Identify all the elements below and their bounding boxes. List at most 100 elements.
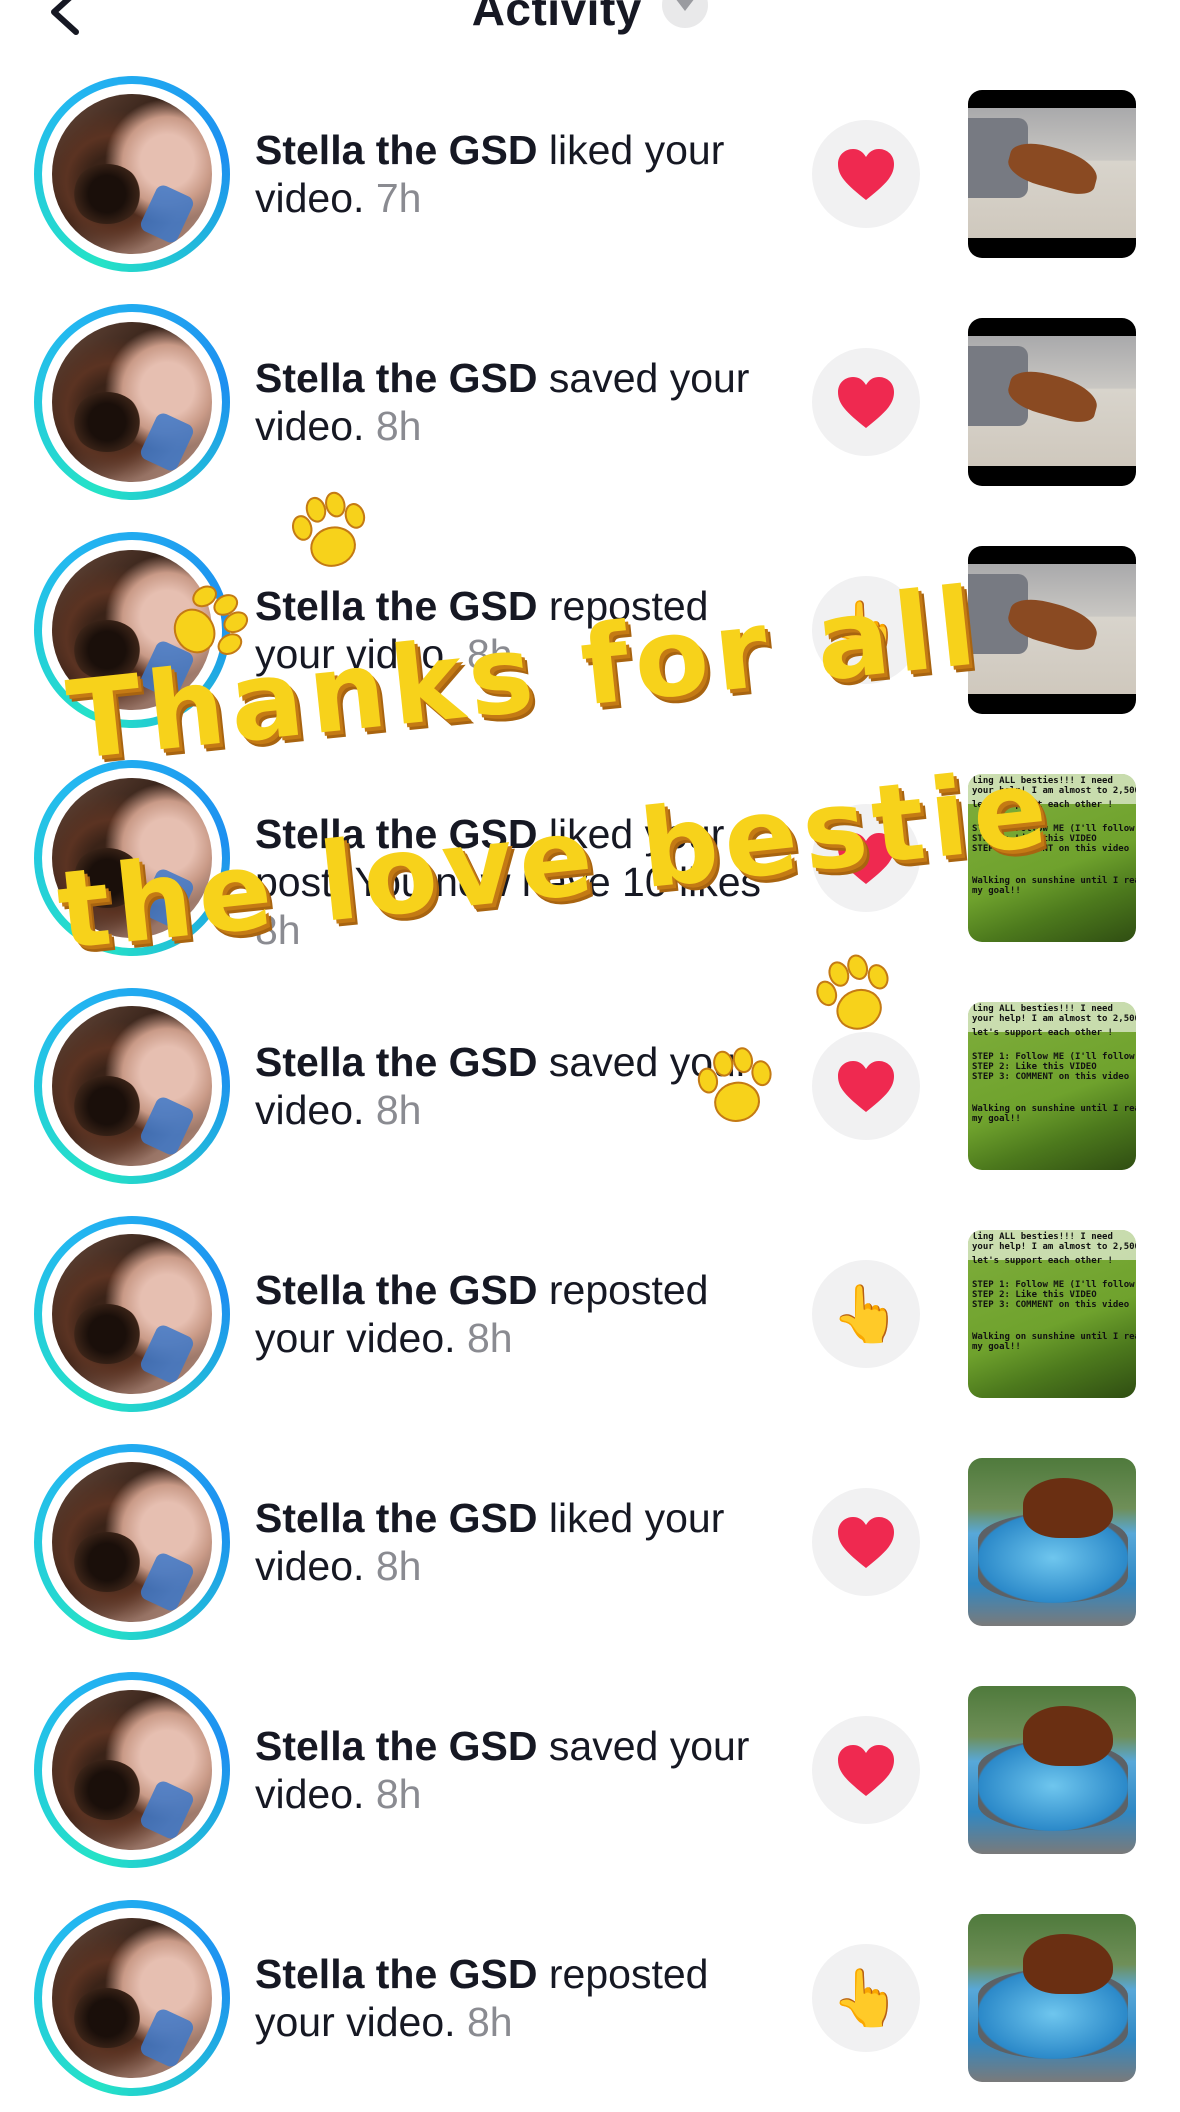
pointing-hand-icon: 👆 bbox=[831, 1282, 901, 1345]
notification-row[interactable]: Stella the GSD reposted your video. 8h 👆 bbox=[0, 1884, 1180, 2112]
thumbnail-caption-line: STEP 1: Follow ME (I'll follow back bbox=[972, 1052, 1136, 1062]
avatar[interactable] bbox=[34, 1900, 230, 2096]
timestamp: 8h bbox=[466, 1999, 513, 2045]
repost-indicator: 👆 bbox=[812, 1944, 920, 2052]
avatar-photo bbox=[52, 550, 212, 710]
video-thumbnail[interactable] bbox=[968, 546, 1136, 714]
avatar-photo bbox=[52, 1918, 212, 2078]
timestamp: 8h bbox=[375, 1771, 422, 1817]
notification-row[interactable]: Stella the GSD reposted your video. 8h 👆… bbox=[0, 1200, 1180, 1428]
video-thumbnail[interactable]: ling ALL besties!!! I need your help! I a… bbox=[968, 774, 1136, 942]
notification-row[interactable]: Stella the GSD liked your post. You now … bbox=[0, 744, 1180, 972]
avatar[interactable] bbox=[34, 1672, 230, 1868]
timestamp: 8h bbox=[375, 403, 422, 449]
username[interactable]: Stella the GSD bbox=[255, 127, 538, 173]
notification-row[interactable]: Stella the GSD liked your video. 7h bbox=[0, 60, 1180, 288]
notification-row[interactable]: Stella the GSD saved your video. 8h ling… bbox=[0, 972, 1180, 1200]
timestamp: 8h bbox=[466, 631, 513, 677]
thumbnail-caption-line: your help! I am almost to 2,500! bbox=[972, 1014, 1136, 1024]
notification-text: Stella the GSD liked your post. You now … bbox=[255, 810, 775, 954]
avatar-photo bbox=[52, 1234, 212, 1394]
timestamp: 8h bbox=[466, 1315, 513, 1361]
thumbnail-caption-line: STEP 2: Like this VIDEO bbox=[972, 1062, 1097, 1072]
username[interactable]: Stella the GSD bbox=[255, 1723, 538, 1769]
thumbnail-caption-line: your help! I am almost to 2,500! bbox=[972, 786, 1136, 796]
avatar[interactable] bbox=[34, 304, 230, 500]
notification-text: Stella the GSD reposted your video. 8h bbox=[255, 582, 775, 678]
timestamp: 8h bbox=[255, 907, 301, 953]
thumbnail-caption-line: STEP 1: Follow ME (I'll follow back bbox=[972, 1280, 1136, 1290]
dropdown-caret-icon[interactable] bbox=[662, 0, 709, 28]
like-indicator bbox=[812, 804, 920, 912]
timestamp: 8h bbox=[375, 1543, 422, 1589]
video-thumbnail[interactable]: ling ALL besties!!! I need your help! I a… bbox=[968, 1002, 1136, 1170]
avatar[interactable] bbox=[34, 1444, 230, 1640]
username[interactable]: Stella the GSD bbox=[255, 811, 538, 857]
notification-row[interactable]: Stella the GSD reposted your video. 8h 👆 bbox=[0, 516, 1180, 744]
thumbnail-caption-line: Walking on sunshine until I reach bbox=[972, 876, 1136, 886]
notification-text: Stella the GSD saved your video. 8h bbox=[255, 1722, 775, 1818]
like-indicator bbox=[812, 120, 920, 228]
like-indicator bbox=[812, 1488, 920, 1596]
thumbnail-caption-line: STEP 1: Follow ME (I'll follow back bbox=[972, 824, 1136, 834]
repost-indicator: 👆 bbox=[812, 1260, 920, 1368]
pointing-hand-icon: 👆 bbox=[831, 1966, 901, 2029]
like-indicator bbox=[812, 1716, 920, 1824]
avatar[interactable] bbox=[34, 1216, 230, 1412]
notification-text: Stella the GSD liked your video. 7h bbox=[255, 126, 775, 222]
notification-text: Stella the GSD saved your video. 8h bbox=[255, 354, 775, 450]
username[interactable]: Stella the GSD bbox=[255, 583, 538, 629]
username[interactable]: Stella the GSD bbox=[255, 1951, 538, 1997]
thumbnail-caption-line: ling ALL besties!!! I need bbox=[972, 776, 1113, 786]
thumbnail-caption-line: STEP 3: COMMENT on this video bbox=[972, 844, 1130, 854]
thumbnail-caption-line: my goal!! bbox=[972, 1342, 1021, 1352]
notification-text: Stella the GSD liked your video. 8h bbox=[255, 1494, 775, 1590]
header: Activity bbox=[0, 0, 1180, 60]
username[interactable]: Stella the GSD bbox=[255, 1267, 538, 1313]
repost-indicator: 👆 bbox=[812, 576, 920, 684]
timestamp: 8h bbox=[375, 1087, 422, 1133]
username[interactable]: Stella the GSD bbox=[255, 1495, 538, 1541]
avatar[interactable] bbox=[34, 760, 230, 956]
notification-text: Stella the GSD reposted your video. 8h bbox=[255, 1266, 775, 1362]
video-thumbnail[interactable] bbox=[968, 90, 1136, 258]
avatar-photo bbox=[52, 1690, 212, 1850]
avatar[interactable] bbox=[34, 532, 230, 728]
avatar[interactable] bbox=[34, 76, 230, 272]
timestamp: 7h bbox=[375, 175, 422, 221]
video-thumbnail[interactable] bbox=[968, 1914, 1136, 2082]
video-thumbnail[interactable] bbox=[968, 1458, 1136, 1626]
thumbnail-caption-line: STEP 2: Like this VIDEO bbox=[972, 1290, 1097, 1300]
notification-row[interactable]: Stella the GSD saved your video. 8h bbox=[0, 288, 1180, 516]
notification-text: Stella the GSD reposted your video. 8h bbox=[255, 1950, 775, 2046]
title-wrap[interactable]: Activity bbox=[0, 0, 1180, 36]
thumbnail-caption-line: let's support each other ! bbox=[972, 1256, 1113, 1266]
thumbnail-caption-line: Walking on sunshine until I reach bbox=[972, 1104, 1136, 1114]
avatar-photo bbox=[52, 322, 212, 482]
thumbnail-caption-line: STEP 3: COMMENT on this video bbox=[972, 1072, 1130, 1082]
like-indicator bbox=[812, 348, 920, 456]
thumbnail-caption-line: ling ALL besties!!! I need bbox=[972, 1004, 1113, 1014]
avatar-photo bbox=[52, 1462, 212, 1622]
avatar-photo bbox=[52, 94, 212, 254]
thumbnail-caption-line: STEP 2: Like this VIDEO bbox=[972, 834, 1097, 844]
username[interactable]: Stella the GSD bbox=[255, 1039, 538, 1085]
page-title: Activity bbox=[471, 0, 642, 35]
video-thumbnail[interactable] bbox=[968, 318, 1136, 486]
notification-row[interactable]: Stella the GSD liked your video. 8h bbox=[0, 1428, 1180, 1656]
pointing-hand-icon: 👆 bbox=[831, 598, 901, 661]
video-thumbnail[interactable]: ling ALL besties!!! I need your help! I a… bbox=[968, 1230, 1136, 1398]
notification-row[interactable]: Stella the GSD saved your video. 8h bbox=[0, 1656, 1180, 1884]
thumbnail-caption-line: STEP 3: COMMENT on this video bbox=[972, 1300, 1130, 1310]
avatar-photo bbox=[52, 778, 212, 938]
thumbnail-caption-line: my goal!! bbox=[972, 886, 1021, 896]
thumbnail-caption-line: my goal!! bbox=[972, 1114, 1021, 1124]
notification-text: Stella the GSD saved your video. 8h bbox=[255, 1038, 775, 1134]
like-indicator bbox=[812, 1032, 920, 1140]
video-thumbnail[interactable] bbox=[968, 1686, 1136, 1854]
avatar[interactable] bbox=[34, 988, 230, 1184]
thumbnail-caption-line: your help! I am almost to 2,500! bbox=[972, 1242, 1136, 1252]
thumbnail-caption-line: let's support each other ! bbox=[972, 1028, 1113, 1038]
username[interactable]: Stella the GSD bbox=[255, 355, 538, 401]
thumbnail-caption-line: Walking on sunshine until I reach bbox=[972, 1332, 1136, 1342]
